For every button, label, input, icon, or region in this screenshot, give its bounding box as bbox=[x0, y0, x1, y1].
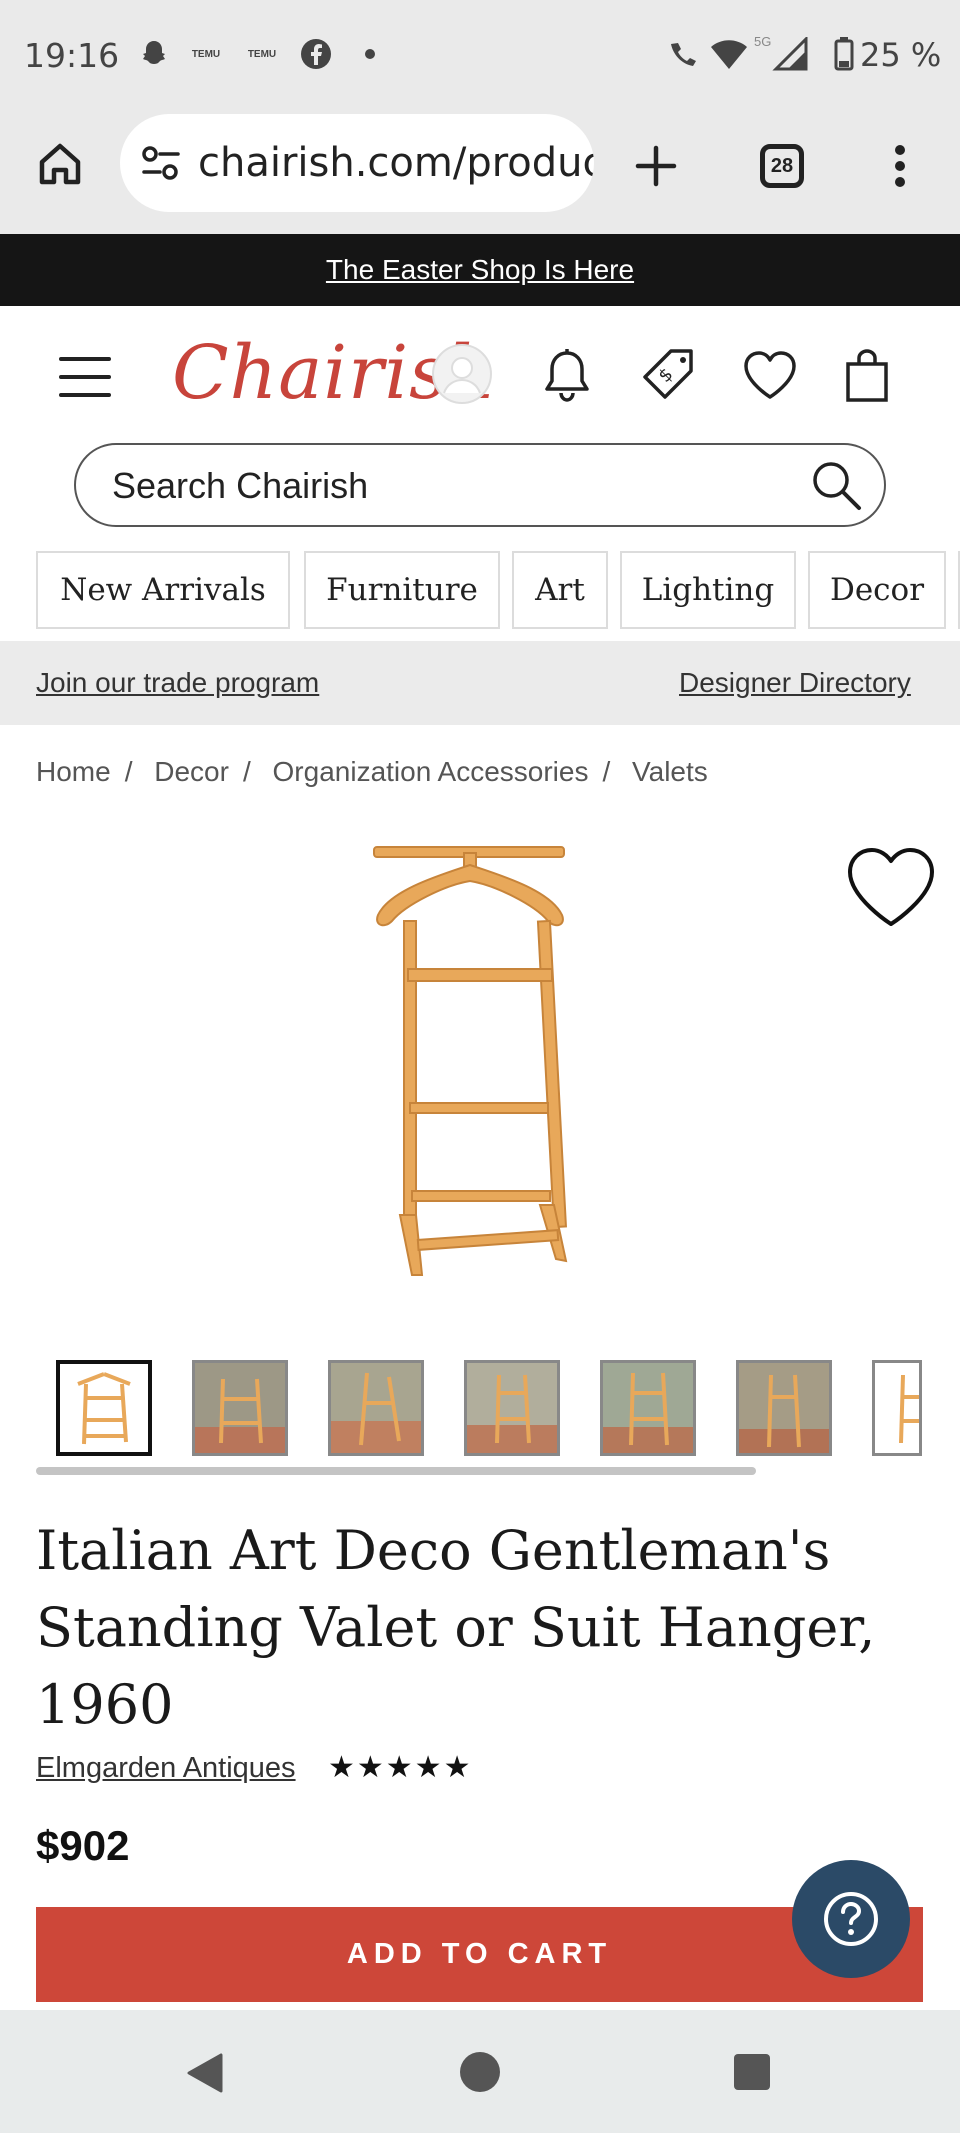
temu-icon: TEMU bbox=[191, 48, 221, 60]
add-to-cart-label: ADD TO CART bbox=[346, 1938, 613, 1970]
temu-icon: TEMU bbox=[247, 48, 277, 60]
category-lighting[interactable]: Lighting bbox=[620, 551, 796, 629]
trade-program-link[interactable]: Join our trade program bbox=[36, 667, 319, 699]
thumbnail[interactable] bbox=[192, 1360, 288, 1456]
price-tag-icon[interactable]: $ bbox=[636, 344, 700, 408]
thumbnail[interactable] bbox=[328, 1360, 424, 1456]
breadcrumb: Home / Decor / Organization Accessories / V… bbox=[36, 756, 722, 788]
breadcrumb-decor[interactable]: Decor bbox=[154, 756, 229, 787]
breadcrumb-separator: / bbox=[124, 756, 133, 787]
tab-count: 28 bbox=[760, 144, 804, 188]
trade-bar: Join our trade program Designer Director… bbox=[0, 641, 960, 725]
help-button[interactable] bbox=[792, 1860, 910, 1978]
category-decor[interactable]: Decor bbox=[808, 551, 946, 629]
snapchat-icon bbox=[134, 36, 174, 72]
breadcrumb-separator: / bbox=[602, 756, 611, 787]
battery-icon bbox=[830, 36, 858, 72]
breadcrumb-separator: / bbox=[242, 756, 251, 787]
promo-banner[interactable]: The Easter Shop Is Here bbox=[0, 234, 960, 306]
status-bar: 19:16 TEMU TEMU 5G 25 % bbox=[0, 0, 960, 112]
wifi-calling-icon bbox=[664, 36, 702, 72]
thumbnail[interactable] bbox=[736, 1360, 832, 1456]
system-nav-bar bbox=[0, 2010, 960, 2133]
recents-icon[interactable] bbox=[728, 2048, 776, 2096]
thumbnail-scrollbar[interactable] bbox=[36, 1467, 756, 1475]
home-button-icon[interactable] bbox=[456, 2048, 504, 2096]
seller-rating[interactable]: ★★★★★ bbox=[328, 1750, 472, 1785]
thumbnail[interactable] bbox=[600, 1360, 696, 1456]
new-tab-icon[interactable] bbox=[626, 136, 686, 196]
browser-toolbar: chairish.com/product 28 bbox=[0, 112, 960, 234]
tab-switcher-button[interactable]: 28 bbox=[752, 140, 812, 192]
category-nav: New Arrivals Furniture Art Lighting Deco… bbox=[36, 551, 960, 631]
home-icon[interactable] bbox=[30, 134, 90, 194]
seller-link[interactable]: Elmgarden Antiques bbox=[36, 1752, 296, 1785]
favorite-button[interactable] bbox=[846, 846, 936, 935]
thumbnail-strip bbox=[56, 1360, 922, 1458]
wifi-icon bbox=[708, 36, 750, 72]
clock: 19:16 bbox=[24, 36, 120, 75]
designer-directory-link[interactable]: Designer Directory bbox=[679, 667, 911, 699]
heart-icon[interactable] bbox=[738, 344, 802, 406]
search-input[interactable] bbox=[112, 461, 792, 511]
category-art[interactable]: Art bbox=[512, 551, 608, 629]
category-furniture[interactable]: Furniture bbox=[304, 551, 500, 629]
promo-link[interactable]: The Easter Shop Is Here bbox=[326, 254, 634, 286]
product-image[interactable] bbox=[360, 835, 600, 1295]
thumbnail[interactable] bbox=[464, 1360, 560, 1456]
search-bar bbox=[74, 443, 886, 527]
product-price: $902 bbox=[36, 1822, 130, 1869]
shopping-bag-icon[interactable] bbox=[838, 344, 896, 408]
breadcrumb-valets[interactable]: Valets bbox=[632, 756, 708, 787]
account-icon[interactable] bbox=[430, 342, 494, 406]
category-new-arrivals[interactable]: New Arrivals bbox=[36, 551, 290, 629]
signal-icon: 5G bbox=[752, 34, 812, 72]
add-to-cart-button[interactable]: ADD TO CART bbox=[36, 1907, 923, 2002]
thumbnail[interactable] bbox=[872, 1360, 922, 1456]
breadcrumb-organization-accessories[interactable]: Organization Accessories bbox=[273, 756, 589, 787]
overflow-menu-icon[interactable] bbox=[880, 136, 920, 196]
breadcrumb-home[interactable]: Home bbox=[36, 756, 111, 787]
dot-icon bbox=[360, 36, 380, 72]
battery-level: 25 % bbox=[860, 36, 942, 74]
site-settings-icon[interactable] bbox=[136, 140, 186, 186]
thumbnail[interactable] bbox=[56, 1360, 152, 1456]
help-icon bbox=[824, 1892, 878, 1946]
product-title: Italian Art Deco Gentleman's Standing Va… bbox=[36, 1519, 876, 1736]
back-icon[interactable] bbox=[180, 2048, 230, 2098]
url-text: chairish.com/product bbox=[198, 140, 594, 186]
bell-icon[interactable] bbox=[536, 344, 598, 406]
address-bar[interactable]: chairish.com/product bbox=[120, 114, 594, 212]
facebook-icon bbox=[298, 36, 334, 72]
menu-icon[interactable] bbox=[54, 352, 116, 402]
search-icon[interactable] bbox=[806, 455, 866, 515]
svg-text:$: $ bbox=[654, 364, 677, 387]
